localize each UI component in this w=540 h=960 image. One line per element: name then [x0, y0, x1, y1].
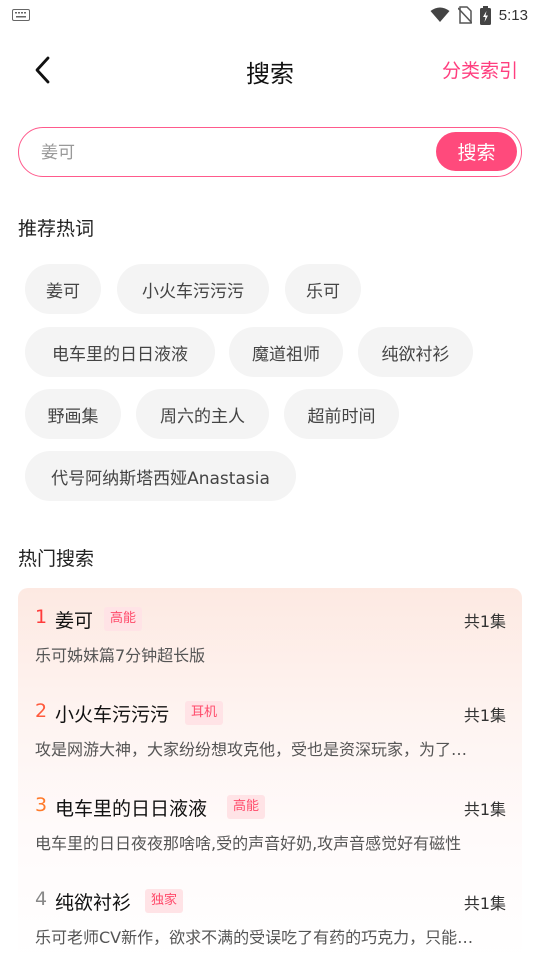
keyword-chip[interactable]: 野画集 [25, 389, 121, 439]
keyword-chip[interactable]: 代号阿纳斯塔西娅Anastasia [25, 451, 296, 501]
keyboard-icon [12, 9, 30, 21]
search-bar: 搜索 [18, 127, 522, 177]
keyword-chip[interactable]: 电车里的日日液液 [25, 327, 215, 377]
keyword-chip[interactable]: 纯欲衬衫 [358, 327, 473, 377]
back-button[interactable] [22, 52, 62, 88]
item-tag: 独家 [145, 889, 184, 913]
item-tag: 高能 [104, 607, 143, 631]
battery-charging-icon [479, 5, 491, 25]
nav-bar: 搜索 分类索引 [0, 40, 540, 100]
rank-number: 4 [35, 888, 48, 910]
recommended-title: 推荐热词 [18, 218, 95, 240]
item-tag: 高能 [227, 795, 266, 819]
keyword-chip[interactable]: 小火车污污污 [117, 264, 269, 314]
rank-number: 3 [35, 794, 48, 816]
no-sim-icon [457, 6, 472, 24]
episode-count: 共1集 [463, 612, 506, 631]
rank-number: 1 [35, 606, 48, 628]
item-title: 电车里的日日液液 [55, 798, 208, 820]
item-description: 攻是网游大神，大家纷纷想攻克他，受也是资深玩家，为了… [35, 740, 468, 759]
keyword-chip[interactable]: 周六的主人 [136, 389, 269, 439]
hot-search-item[interactable]: 2 小火车污污污 耳机 共1集 攻是网游大神，大家纷纷想攻克他，受也是资深玩家，… [18, 682, 522, 772]
wifi-icon [430, 7, 450, 22]
search-button[interactable]: 搜索 [436, 132, 517, 171]
keyword-chip[interactable]: 超前时间 [284, 389, 399, 439]
item-title: 姜可 [55, 610, 94, 632]
hot-search-item[interactable]: 3 电车里的日日液液 高能 共1集 电车里的日日夜夜那啥啥,受的声音好奶,攻声音… [18, 776, 522, 866]
episode-count: 共1集 [463, 894, 506, 913]
episode-count: 共1集 [463, 706, 506, 725]
rank-number: 2 [35, 700, 48, 722]
item-tag: 耳机 [185, 701, 224, 725]
hot-search-list: 1 姜可 高能 共1集 乐可姊妹篇7分钟超长版 2 小火车污污污 耳机 共1集 … [18, 588, 522, 960]
hot-search-item[interactable]: 4 纯欲衬衫 独家 共1集 乐可老师CV新作，欲求不满的受误吃了有药的巧克力，只… [18, 870, 522, 960]
keyword-chip[interactable]: 姜可 [25, 264, 101, 314]
search-input[interactable] [39, 138, 433, 168]
item-description: 乐可姊妹篇7分钟超长版 [35, 646, 206, 665]
keyword-chip[interactable]: 乐可 [285, 264, 361, 314]
item-title: 小火车污污污 [55, 704, 170, 726]
episode-count: 共1集 [463, 800, 506, 819]
back-arrow-icon [35, 56, 50, 84]
category-index-link[interactable]: 分类索引 [442, 56, 518, 83]
status-time: 5:13 [498, 6, 528, 24]
item-description: 乐可老师CV新作，欲求不满的受误吃了有药的巧克力，只能… [35, 928, 474, 947]
item-description: 电车里的日日夜夜那啥啥,受的声音好奶,攻声音感觉好有磁性 [35, 834, 462, 853]
keyword-chip[interactable]: 魔道祖师 [229, 327, 343, 377]
status-bar: 5:13 [0, 0, 540, 30]
item-title: 纯欲衬衫 [55, 892, 132, 914]
hot-search-item[interactable]: 1 姜可 高能 共1集 乐可姊妹篇7分钟超长版 [18, 588, 522, 678]
hot-search-title: 热门搜索 [18, 548, 95, 570]
